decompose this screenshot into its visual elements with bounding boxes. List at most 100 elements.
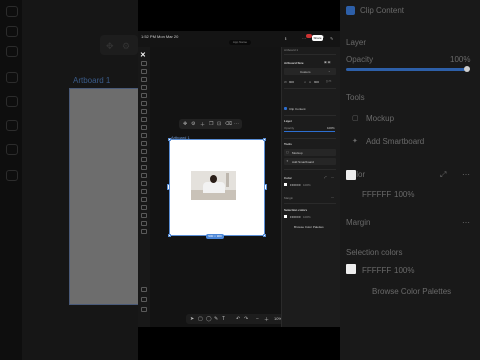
apps-icon[interactable] bbox=[141, 173, 147, 178]
orientation-icon[interactable]: ▯ ▭ bbox=[326, 79, 331, 83]
settings-gear-icon[interactable]: ⚙ bbox=[191, 121, 195, 127]
bg-tools-heading: Tools bbox=[346, 93, 365, 102]
select-tool-icon[interactable]: ➤ bbox=[190, 316, 194, 322]
add-icon[interactable]: ＋ bbox=[200, 121, 205, 128]
smartboard-label: Add Smartboard bbox=[292, 160, 314, 164]
color-hex[interactable]: FFFFFF bbox=[290, 183, 301, 187]
bg-image-icon bbox=[6, 96, 18, 107]
board-options-icon[interactable]: ▣ ▣ bbox=[324, 60, 331, 64]
duplicate-icon[interactable]: ❐ bbox=[209, 121, 213, 127]
layer-heading: Layer bbox=[284, 119, 293, 123]
brand-icon[interactable] bbox=[141, 181, 147, 186]
delete-icon[interactable]: ⌫ bbox=[225, 121, 232, 127]
multitask-pill[interactable]: App Name bbox=[229, 40, 251, 45]
upload-icon[interactable] bbox=[141, 133, 147, 138]
floating-toolbar: ✥ ⚙ ＋ ❐ ⊡ ⌫ ⋯ bbox=[179, 119, 242, 129]
resize-handle-bl[interactable] bbox=[168, 234, 171, 237]
background-right-blur bbox=[340, 0, 480, 360]
text-tool-icon[interactable] bbox=[141, 101, 147, 106]
help-icon[interactable] bbox=[141, 287, 147, 292]
photo-image[interactable] bbox=[191, 171, 236, 200]
templates-icon[interactable] bbox=[141, 85, 147, 90]
lock-icon[interactable]: ⊡ bbox=[217, 121, 221, 127]
board-size-heading: Artboard Size bbox=[284, 61, 304, 65]
audio-icon[interactable] bbox=[141, 165, 147, 170]
mockup-icon[interactable] bbox=[141, 213, 147, 218]
video-icon[interactable] bbox=[141, 157, 147, 162]
chart-icon[interactable] bbox=[141, 189, 147, 194]
bg-home-icon bbox=[6, 6, 18, 17]
profile-icon[interactable] bbox=[141, 307, 147, 312]
ai-icon[interactable] bbox=[141, 221, 147, 226]
resize-handle-right[interactable] bbox=[264, 184, 267, 190]
clip-content-label: Clip Content bbox=[289, 107, 306, 111]
bg-layers-icon bbox=[6, 26, 18, 37]
undo-icon[interactable]: ↶ bbox=[236, 316, 240, 322]
bg-move-icon: ✥ bbox=[106, 41, 114, 51]
plugins-icon[interactable] bbox=[141, 229, 147, 234]
elements-icon[interactable] bbox=[141, 117, 147, 122]
browse-palettes-button[interactable]: Browse Color Palettes bbox=[294, 225, 324, 229]
resize-handle-tr[interactable] bbox=[263, 138, 266, 141]
move-icon[interactable]: ✥ bbox=[183, 121, 187, 127]
more-icon[interactable]: ⋯ bbox=[234, 121, 239, 127]
selection-hex[interactable]: FFFFFF bbox=[290, 215, 301, 219]
clip-content-checkbox[interactable] bbox=[284, 107, 287, 110]
favorites-icon[interactable] bbox=[141, 77, 147, 82]
draw-icon[interactable] bbox=[141, 125, 147, 130]
table-icon[interactable] bbox=[141, 197, 147, 202]
width-field[interactable]: 900 bbox=[289, 80, 294, 84]
color-more-icon[interactable]: ⋯ bbox=[331, 175, 334, 179]
opacity-value[interactable]: 100% bbox=[327, 126, 335, 130]
frame-icon[interactable] bbox=[141, 149, 147, 154]
bg-sel-opacity: 100% bbox=[394, 266, 415, 275]
settings-icon[interactable] bbox=[141, 297, 147, 302]
redo-icon[interactable]: ↷ bbox=[244, 316, 248, 322]
margin-label: Margin bbox=[284, 196, 294, 200]
selection-colors-heading: Selection colors bbox=[284, 208, 308, 212]
qr-icon[interactable] bbox=[141, 205, 147, 210]
photos-icon[interactable] bbox=[141, 93, 147, 98]
grid-icon[interactable] bbox=[141, 141, 147, 146]
layer-name-field[interactable]: Artboard 1 bbox=[284, 48, 298, 52]
shapes-icon[interactable] bbox=[141, 109, 147, 114]
zoom-out-icon[interactable]: − bbox=[256, 316, 259, 322]
margin-more-icon[interactable]: ⋯ bbox=[331, 195, 334, 199]
home-icon[interactable] bbox=[141, 61, 147, 66]
zoom-in-icon[interactable]: ＋ bbox=[264, 316, 269, 323]
expand-icon[interactable]: ⤢ bbox=[324, 175, 326, 179]
bg-clip-checkbox bbox=[346, 6, 355, 15]
more-options-icon[interactable]: ⋯ bbox=[302, 36, 306, 41]
shape-tool-icon[interactable]: ◯ bbox=[206, 316, 212, 322]
color-swatch[interactable] bbox=[284, 183, 287, 186]
selection-opacity[interactable]: 100% bbox=[303, 215, 311, 219]
divider bbox=[284, 115, 336, 116]
info-icon[interactable]: ℹ bbox=[285, 36, 287, 41]
ipad-screen: 1:52 PM Mon Mar 20 App Name 68% ✕ ✥ ⚙ ＋ … bbox=[138, 31, 340, 327]
height-field[interactable]: 900 bbox=[314, 80, 319, 84]
link-icon[interactable]: ∞ bbox=[304, 80, 306, 84]
text-icon[interactable]: T bbox=[222, 316, 225, 322]
pen-tool-icon[interactable]: ✎ bbox=[214, 316, 218, 322]
bg-smartboard-label: Add Smartboard bbox=[366, 137, 425, 146]
bg-color-hex: FFFFFF bbox=[362, 190, 392, 199]
mockup-icon: ▢ bbox=[286, 150, 289, 154]
status-time: 1:52 PM Mon Mar 20 bbox=[141, 34, 179, 39]
divider bbox=[284, 138, 336, 139]
resize-handle-br[interactable] bbox=[263, 234, 266, 237]
app-logo-icon[interactable]: ✕ bbox=[140, 51, 146, 59]
bg-artboard bbox=[69, 88, 139, 305]
edit-icon[interactable]: ✎ bbox=[330, 36, 333, 41]
frame-tool-icon[interactable]: ▢ bbox=[198, 316, 203, 322]
color-opacity[interactable]: 100% bbox=[303, 183, 311, 187]
divider bbox=[284, 88, 336, 89]
selection-swatch[interactable] bbox=[284, 215, 287, 218]
bg-opacity-knob bbox=[464, 66, 470, 72]
bg-grid-icon bbox=[6, 72, 18, 83]
layers-icon[interactable] bbox=[141, 69, 147, 74]
opacity-slider[interactable] bbox=[284, 131, 335, 132]
resize-handle-left[interactable] bbox=[167, 184, 170, 190]
divider bbox=[284, 54, 336, 55]
share-button[interactable]: Share bbox=[312, 35, 323, 41]
resize-handle-tl[interactable] bbox=[168, 138, 171, 141]
